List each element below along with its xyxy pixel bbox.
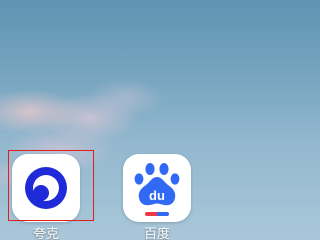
app-label-quark: 夸克 (32, 227, 59, 240)
quark-app-icon[interactable] (12, 154, 80, 222)
baidu-logo-text: du (149, 188, 165, 203)
app-baidu[interactable]: du 百度 (123, 154, 191, 240)
app-label-baidu: 百度 (143, 227, 170, 240)
baidu-app-icon[interactable]: du (123, 154, 191, 222)
baidu-paw-icon: du (134, 163, 180, 206)
baidu-color-bar (145, 212, 169, 216)
app-quark[interactable]: 夸克 (12, 154, 80, 240)
quark-icon (25, 167, 67, 209)
